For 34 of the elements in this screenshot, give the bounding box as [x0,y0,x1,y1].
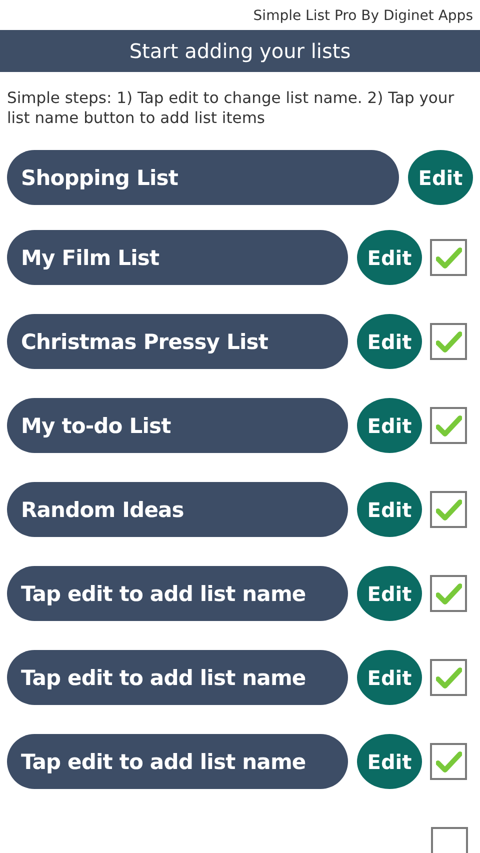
check-icon [436,582,462,604]
list-name-button[interactable]: Tap edit to add list name [7,566,348,621]
check-icon [436,330,462,352]
title-bar: Start adding your lists [0,30,480,72]
checkbox[interactable] [430,323,467,360]
checkbox[interactable] [430,575,467,612]
list-name-button[interactable]: Christmas Pressy List [7,314,348,369]
list-name-button[interactable]: Tap edit to add list name [7,734,348,789]
check-icon [436,414,462,436]
edit-button[interactable]: Edit [357,734,422,789]
list-name-button[interactable]: My Film List [7,230,348,285]
edit-button[interactable]: Edit [357,566,422,621]
checkbox[interactable] [430,407,467,444]
edit-button[interactable]: Edit [357,230,422,285]
edit-button[interactable]: Edit [357,314,422,369]
check-icon [436,246,462,268]
list-name-button[interactable]: Tap edit to add list name [7,650,348,705]
list-name-button[interactable]: My to-do List [7,398,348,453]
check-icon [436,498,462,520]
checkbox[interactable] [431,827,468,853]
app-credit: Simple List Pro By Diginet Apps [253,8,473,24]
checkbox[interactable] [430,659,467,696]
edit-button[interactable]: Edit [357,398,422,453]
edit-button[interactable]: Edit [357,482,422,537]
checkbox[interactable] [430,491,467,528]
check-icon [436,750,462,772]
edit-button[interactable]: Edit [357,650,422,705]
checkbox[interactable] [430,743,467,780]
list-name-button[interactable]: Shopping List [7,150,399,205]
instructions-text: Simple steps: 1) Tap edit to change list name. 2) Tap your list name button to add list items [7,88,456,128]
edit-button[interactable]: Edit [408,150,473,205]
check-icon [436,666,462,688]
list-name-button[interactable]: Random Ideas [7,482,348,537]
checkbox[interactable] [430,239,467,276]
